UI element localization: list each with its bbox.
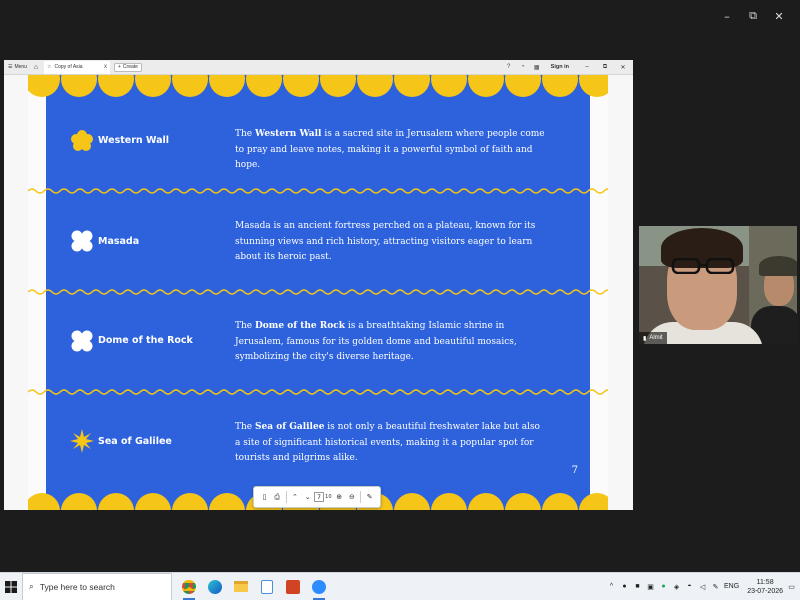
top-scallop-border — [28, 75, 608, 97]
create-button[interactable]: + Create — [114, 62, 142, 72]
zoom-icon — [312, 579, 326, 594]
place-description: The Western Wall is a sacred site in Jer… — [235, 129, 545, 170]
taskbar-search-box[interactable]: ⌕ Type here to search — [22, 572, 172, 600]
clock-date: 23-07-2026 — [747, 587, 783, 595]
speaker-icon[interactable]: ◁ — [698, 582, 707, 591]
folder-icon — [234, 581, 248, 592]
signal-icon: ▮ — [643, 335, 647, 342]
place-description: The Dome of the Rock is a breathtaking I… — [235, 321, 517, 362]
home-icon[interactable]: ⌂ — [31, 64, 41, 71]
pen-icon[interactable]: ✎ — [711, 582, 720, 591]
search-icon: ⌕ — [29, 581, 34, 591]
zoom-out-icon[interactable]: ⊖ — [346, 493, 359, 501]
chrome-icon — [182, 579, 196, 594]
system-tray: ^ ● ■ ▣ ● ◈ ◓ ◁ ✎ ENG 11:58 23-07-2026 ▭ — [607, 578, 800, 596]
clock-time: 11:58 — [756, 578, 774, 586]
wavy-divider — [28, 289, 608, 295]
outer-minimize-button[interactable]: – — [714, 8, 740, 24]
windows-taskbar: ⌕ Type here to search ^ ● ■ ▣ ● ◈ ◓ ◁ ✎ … — [0, 572, 800, 600]
notifications-icon[interactable]: ▭ — [787, 582, 796, 591]
sign-in-button[interactable]: Sign in — [551, 64, 569, 70]
browser-restore-button[interactable]: ⧉ — [599, 64, 611, 71]
taskbar-app-zoom[interactable] — [306, 573, 332, 600]
menu-button[interactable]: ☰ Menu — [4, 64, 31, 70]
tab-bar-right: ? ◔ ▦ Sign in – ⧉ ✕ — [505, 63, 633, 71]
tab-bar: ☰ Menu ⌂ ☆ Copy of Asia x + Create ? ◔ ▦… — [4, 60, 633, 75]
white-flower-icon — [71, 330, 93, 352]
taskbar-app-powerpoint[interactable] — [280, 573, 306, 600]
search-placeholder: Type here to search — [39, 581, 115, 592]
star-icon: ☆ — [47, 64, 52, 70]
bell-icon[interactable]: ◔ — [519, 63, 527, 71]
active-tab[interactable]: ☆ Copy of Asia x — [44, 60, 110, 74]
start-button[interactable] — [0, 573, 22, 600]
participant-name: Almit — [649, 335, 663, 341]
place-name: Dome of the Rock — [98, 335, 193, 346]
webcam-tile: ▮ Almit — [639, 226, 797, 344]
green-app-icon[interactable]: ● — [659, 582, 668, 591]
taskbar-app-feedback[interactable] — [254, 573, 280, 600]
microphone-icon[interactable]: ● — [620, 582, 629, 591]
zoom-in-icon[interactable]: ⊕ — [333, 493, 346, 501]
browser-close-button[interactable]: ✕ — [617, 64, 629, 71]
network-icon[interactable]: ◓ — [685, 582, 694, 591]
tab-title: Copy of Asia — [54, 64, 83, 70]
feedback-icon — [261, 579, 273, 594]
menu-label: Menu — [14, 64, 27, 70]
chevron-up-icon[interactable]: ^ — [607, 582, 616, 591]
help-icon[interactable]: ? — [505, 63, 513, 71]
wavy-divider — [28, 389, 608, 395]
pdf-toolbar: ▯ ⎙ ⌃ ⌄ 7 10 ⊕ ⊖ ✎ — [253, 486, 381, 508]
outer-window-controls: – ⧉ ✕ — [714, 8, 792, 24]
camera-icon[interactable]: ■ — [633, 582, 642, 591]
taskbar-app-chrome[interactable] — [176, 573, 202, 600]
edge-icon — [208, 579, 222, 594]
second-person-hair — [759, 256, 797, 276]
white-flower-icon — [71, 230, 93, 252]
total-pages: 10 — [325, 494, 332, 500]
clipboard-icon[interactable]: ▣ — [646, 582, 655, 591]
place-description: The Sea of Galilee is not only a beautif… — [235, 422, 540, 463]
shield-icon[interactable]: ◈ — [672, 582, 681, 591]
next-page-icon[interactable]: ⌄ — [301, 493, 314, 501]
draw-icon[interactable]: ✎ — [363, 493, 376, 501]
previous-page-icon[interactable]: ⌃ — [289, 493, 302, 501]
windows-logo-icon — [5, 580, 17, 593]
participant-name-bar: ▮ Almit — [639, 332, 667, 344]
yellow-flower-icon — [71, 130, 93, 151]
glasses-icon — [671, 258, 735, 274]
clock[interactable]: 11:58 23-07-2026 — [747, 578, 783, 596]
create-label: Create — [122, 64, 138, 70]
taskbar-app-file-explorer[interactable] — [228, 573, 254, 600]
outer-restore-button[interactable]: ⧉ — [740, 8, 766, 24]
print-icon[interactable]: ⎙ — [271, 493, 284, 502]
browser-window: ☰ Menu ⌂ ☆ Copy of Asia x + Create ? ◔ ▦… — [4, 60, 633, 510]
hamburger-icon: ☰ — [8, 64, 13, 70]
toolbar-separator — [285, 491, 287, 503]
document-viewport[interactable]: Western Wall The Western Wall is a sacre… — [4, 75, 633, 510]
outer-close-button[interactable]: ✕ — [766, 8, 792, 24]
place-description: Masada is an ancient fortress perched on… — [235, 221, 536, 262]
wavy-divider — [28, 188, 608, 194]
tab-close-button[interactable]: x — [104, 64, 107, 70]
page-number-input[interactable]: 7 — [314, 492, 324, 502]
language-indicator[interactable]: ENG — [724, 583, 739, 590]
plus-icon: + — [118, 64, 121, 70]
place-name: Sea of Galilee — [98, 436, 172, 447]
browser-minimize-button[interactable]: – — [581, 64, 593, 70]
powerpoint-icon — [286, 579, 300, 594]
yellow-sunburst-icon — [70, 429, 94, 453]
presentation-slide: Western Wall The Western Wall is a sacre… — [28, 75, 608, 510]
calendar-icon[interactable]: ▦ — [533, 63, 541, 71]
place-name: Western Wall — [98, 135, 170, 146]
toolbar-separator — [360, 491, 362, 503]
taskbar-app-edge[interactable] — [202, 573, 228, 600]
slide-page-number: 7 — [571, 465, 578, 476]
place-name: Masada — [98, 236, 140, 247]
sidebar-toggle-icon[interactable]: ▯ — [258, 493, 271, 501]
taskbar-apps — [176, 573, 332, 600]
